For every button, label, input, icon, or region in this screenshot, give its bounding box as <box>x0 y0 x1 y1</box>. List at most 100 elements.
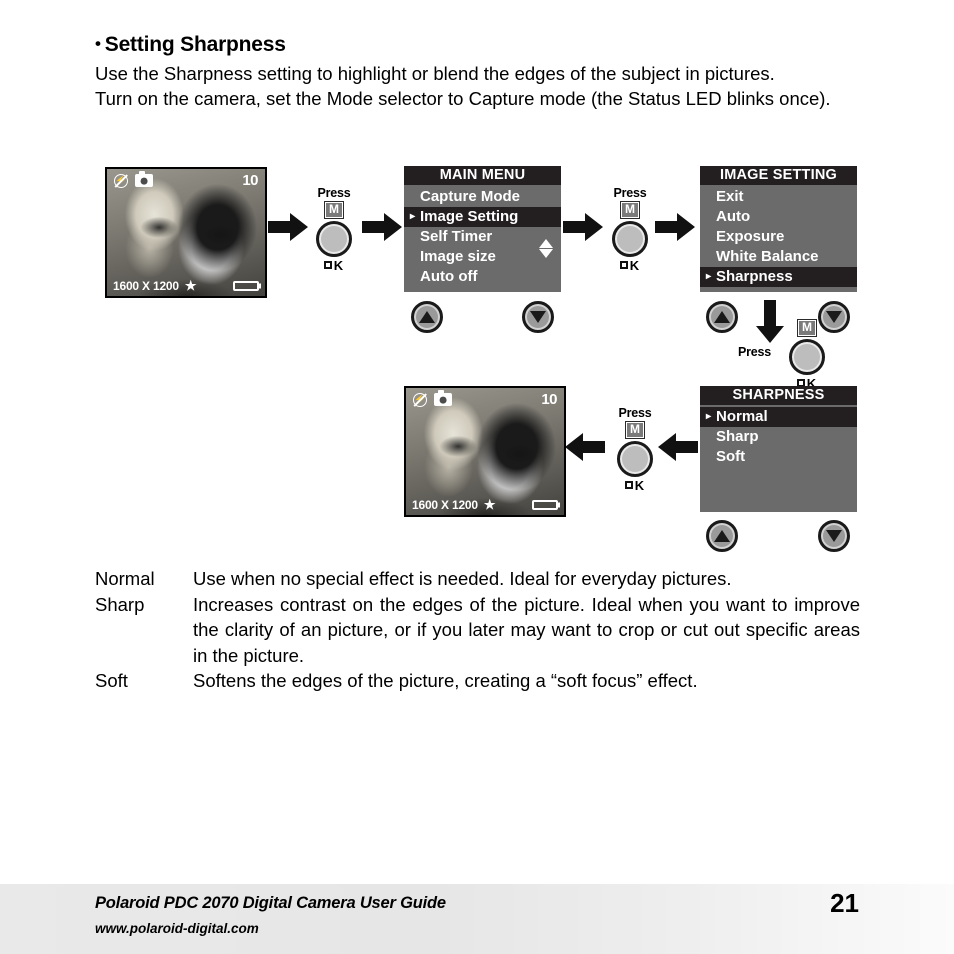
lcd-status-top: ⚡ 10 <box>107 169 265 189</box>
main-menu-item-self-timer[interactable]: ▸ Self Timer <box>404 227 561 247</box>
menu-item-label: White Balance <box>716 248 819 265</box>
definition-description: Use when no special effect is needed. Id… <box>193 568 732 589</box>
up-arrow-icon <box>714 311 730 323</box>
menu-item-label: Self Timer <box>420 228 493 245</box>
lcd-top-icons: ⚡ <box>413 389 452 407</box>
quality-star-icon: ★ <box>184 278 197 293</box>
ok-square-icon-2 <box>619 261 628 269</box>
main-menu-panel[interactable]: MAIN MENU ▸ Capture Mode ▸ Image Setting… <box>404 166 561 292</box>
menu-item-label: Auto off <box>420 268 478 285</box>
nav-up-button-sharpness[interactable] <box>706 520 738 552</box>
nav-down-button-sharpness[interactable] <box>818 520 850 552</box>
image-setting-item-exit[interactable]: ▸ Exit <box>700 187 857 207</box>
selection-caret: ▸ <box>706 411 712 422</box>
nav-up-button-main-menu[interactable] <box>411 301 443 333</box>
footer-title: Polaroid PDC 2070 Digital Camera User Gu… <box>95 894 446 912</box>
nav-up-button-image-setting[interactable] <box>706 301 738 333</box>
sharpness-list[interactable]: ▸ Normal ▸ Sharp ▸ Soft <box>700 405 857 467</box>
definition-row-sharp: Sharp Increases contrast on the edges of… <box>95 592 860 669</box>
up-arrow-icon <box>714 530 730 542</box>
lcd-status-bottom: 1600 X 1200 ★ <box>107 278 265 296</box>
sharpness-item-normal[interactable]: ▸ Normal <box>700 407 857 427</box>
no-flash-icon: ⚡ <box>413 392 427 407</box>
ok-button-4[interactable] <box>617 441 653 477</box>
mode-button-badge-1[interactable]: M <box>325 202 343 218</box>
page-footer: Polaroid PDC 2070 Digital Camera User Gu… <box>0 884 954 954</box>
no-flash-icon: ⚡ <box>114 173 128 188</box>
arrow-right-4 <box>655 212 695 242</box>
main-menu-item-auto-off[interactable]: ▸ Auto off <box>404 267 561 287</box>
resolution-label: 1600 X 1200 <box>113 279 179 293</box>
lcd-top-icons: ⚡ <box>114 170 153 188</box>
menu-item-label: Soft <box>716 448 746 465</box>
menu-item-label: Exposure <box>716 228 785 245</box>
sharpness-panel[interactable]: SHARPNESS ▸ Normal ▸ Sharp ▸ Soft <box>700 386 857 512</box>
down-arrow-icon <box>530 311 546 323</box>
sharpness-title: SHARPNESS <box>700 386 857 405</box>
mode-button-badge-4[interactable]: M <box>626 422 644 438</box>
ok-label-2: K <box>595 258 665 273</box>
menu-item-label: Normal <box>716 408 768 425</box>
arrow-right-2 <box>362 212 402 242</box>
up-arrow-icon <box>419 311 435 323</box>
definition-term: Sharp <box>95 593 145 615</box>
camera-icon <box>135 170 153 187</box>
press-label-2: Press <box>613 186 647 200</box>
scroll-up-icon <box>539 239 553 248</box>
lcd-status-bottom: 1600 X 1200 ★ <box>406 497 564 515</box>
footer-url: www.polaroid-digital.com <box>95 921 259 936</box>
page-number: 21 <box>830 888 859 918</box>
menu-item-label: Auto <box>716 208 751 225</box>
definition-description: Increases contrast on the edges of the p… <box>193 593 860 666</box>
main-menu-item-image-size[interactable]: ▸ Image size <box>404 247 561 267</box>
press-label-1: Press <box>317 186 351 200</box>
ok-button-1[interactable] <box>316 221 352 257</box>
press-control-3[interactable]: M K <box>772 318 842 391</box>
shots-remaining: 10 <box>242 172 258 189</box>
sharpness-item-sharp[interactable]: ▸ Sharp <box>700 427 857 447</box>
sharpness-item-soft[interactable]: ▸ Soft <box>700 447 857 467</box>
menu-item-label: Image Setting <box>420 208 519 225</box>
image-setting-item-exposure[interactable]: ▸ Exposure <box>700 227 857 247</box>
image-setting-item-auto[interactable]: ▸ Auto <box>700 207 857 227</box>
down-arrow-icon <box>826 530 842 542</box>
menu-item-label: Image size <box>420 248 496 265</box>
image-setting-item-white-balance[interactable]: ▸ White Balance <box>700 247 857 267</box>
resolution-label: 1600 X 1200 <box>412 498 478 512</box>
sharpness-definitions: Normal Use when no special effect is nee… <box>95 566 860 694</box>
definition-row-normal: Normal Use when no special effect is nee… <box>95 566 860 592</box>
menu-item-label: Sharpness <box>716 268 793 285</box>
image-setting-title: IMAGE SETTING <box>700 166 857 185</box>
main-menu-list[interactable]: ▸ Capture Mode ▸ Image Setting ▸ Self Ti… <box>404 185 561 287</box>
battery-icon <box>532 500 560 510</box>
image-setting-panel[interactable]: IMAGE SETTING ▸ Exit ▸ Auto ▸ Exposure ▸… <box>700 166 857 292</box>
camera-icon <box>434 389 452 406</box>
definition-description: Softens the edges of the picture, creati… <box>193 670 698 691</box>
camera-lcd-preview-bottom: ⚡ 10 1600 X 1200 ★ <box>404 386 566 517</box>
mode-button-badge-2[interactable]: M <box>621 202 639 218</box>
main-menu-item-image-setting[interactable]: ▸ Image Setting <box>404 207 561 227</box>
sharpness-flow-diagram: ⚡ 10 1600 X 1200 ★ Press M K MAIN MENU ▸ <box>0 0 954 954</box>
main-menu-item-capture-mode[interactable]: ▸ Capture Mode <box>404 187 561 207</box>
arrow-left-2 <box>565 432 605 462</box>
nav-down-button-main-menu[interactable] <box>522 301 554 333</box>
ok-square-icon-4 <box>624 481 633 489</box>
selection-caret: ▸ <box>706 271 712 282</box>
ok-label-1: K <box>299 258 369 273</box>
image-setting-list[interactable]: ▸ Exit ▸ Auto ▸ Exposure ▸ White Balance… <box>700 185 857 287</box>
image-setting-item-sharpness[interactable]: ▸ Sharpness <box>700 267 857 287</box>
press-control-1[interactable]: Press M K <box>299 186 369 273</box>
mode-button-badge-3[interactable]: M <box>798 320 816 336</box>
battery-icon <box>233 281 261 291</box>
menu-item-label: Sharp <box>716 428 759 445</box>
menu-item-label: Capture Mode <box>420 188 521 205</box>
ok-button-2[interactable] <box>612 221 648 257</box>
ok-label-4: K <box>600 478 670 493</box>
press-label-4: Press <box>618 406 652 420</box>
camera-lcd-preview-top: ⚡ 10 1600 X 1200 ★ <box>105 167 267 298</box>
ok-button-3[interactable] <box>789 339 825 375</box>
selection-caret: ▸ <box>410 211 416 222</box>
press-control-4[interactable]: Press M K <box>600 406 670 493</box>
menu-scroll-indicator <box>539 239 553 258</box>
scroll-down-icon <box>539 249 553 258</box>
